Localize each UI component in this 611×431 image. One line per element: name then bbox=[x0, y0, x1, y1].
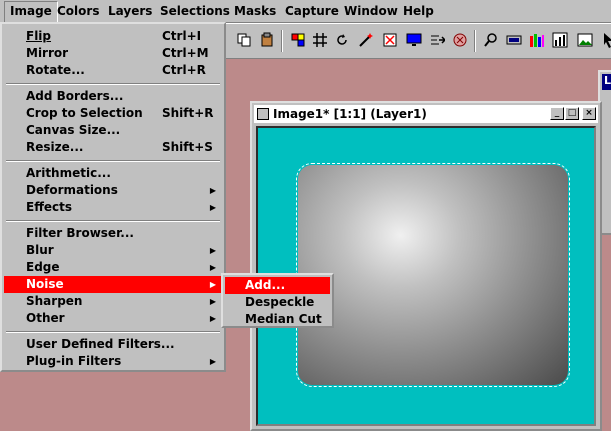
menu-item-blur[interactable]: Blur ▶ bbox=[4, 242, 222, 259]
menu-item-plug-in-filters[interactable]: Plug-in Filters ▶ bbox=[4, 353, 222, 370]
menu-item-effects[interactable]: Effects ▶ bbox=[4, 199, 222, 216]
menu-item-mirror[interactable]: Mirror Ctrl+M bbox=[4, 45, 222, 62]
menu-image[interactable]: Image bbox=[4, 1, 58, 23]
submenu-arrow-icon: ▶ bbox=[209, 297, 216, 306]
picture-icon[interactable] bbox=[575, 30, 595, 50]
rotate-icon[interactable] bbox=[332, 30, 352, 50]
layers-icon[interactable] bbox=[504, 30, 524, 50]
menu-item-noise[interactable]: Noise ▶ bbox=[4, 276, 222, 293]
menu-window[interactable]: Window bbox=[339, 1, 403, 21]
image-window-titlebar[interactable]: Image1* [1:1] (Layer1) _ □ × bbox=[254, 105, 598, 123]
magic-wand-icon[interactable] bbox=[356, 30, 376, 50]
menu-separator bbox=[6, 83, 220, 85]
monitor-icon[interactable] bbox=[404, 30, 424, 50]
grid-icon[interactable] bbox=[310, 30, 330, 50]
chart-icon[interactable] bbox=[550, 30, 570, 50]
submenu-arrow-icon: ▶ bbox=[209, 203, 216, 212]
gradient-selection[interactable] bbox=[296, 163, 570, 387]
maximize-button[interactable]: □ bbox=[565, 107, 579, 120]
menu-item-deformations[interactable]: Deformations ▶ bbox=[4, 182, 222, 199]
toolbar-separator bbox=[281, 30, 283, 52]
menu-item-sharpen[interactable]: Sharpen ▶ bbox=[4, 293, 222, 310]
menu-item-canvas-size[interactable]: Canvas Size... bbox=[4, 122, 222, 139]
pointer-icon[interactable] bbox=[598, 30, 611, 50]
menu-item-rotate[interactable]: Rotate... Ctrl+R bbox=[4, 62, 222, 79]
zoom-icon[interactable] bbox=[481, 30, 501, 50]
paste-icon[interactable] bbox=[257, 30, 277, 50]
close-button[interactable]: × bbox=[582, 107, 596, 120]
submenu-arrow-icon: ▶ bbox=[209, 314, 216, 323]
submenu-item-median-cut[interactable]: Median Cut bbox=[225, 311, 330, 328]
image-window[interactable]: Image1* [1:1] (Layer1) _ □ × bbox=[250, 101, 602, 431]
noise-submenu: Add... Despeckle Median Cut bbox=[221, 273, 334, 328]
menu-item-arithmetic[interactable]: Arithmetic... bbox=[4, 165, 222, 182]
menu-item-filter-browser[interactable]: Filter Browser... bbox=[4, 225, 222, 242]
menu-item-user-defined-filters[interactable]: User Defined Filters... bbox=[4, 336, 222, 353]
minimize-button[interactable]: _ bbox=[550, 107, 564, 120]
arrow-export-icon[interactable] bbox=[427, 30, 447, 50]
menu-capture[interactable]: Capture bbox=[280, 1, 344, 21]
submenu-arrow-icon: ▶ bbox=[209, 280, 216, 289]
menu-separator bbox=[6, 331, 220, 333]
submenu-arrow-icon: ▶ bbox=[209, 186, 216, 195]
submenu-arrow-icon: ▶ bbox=[209, 246, 216, 255]
submenu-arrow-icon: ▶ bbox=[209, 263, 216, 272]
submenu-item-despeckle[interactable]: Despeckle bbox=[225, 294, 330, 311]
palette-icon[interactable] bbox=[288, 30, 308, 50]
histogram-icon[interactable] bbox=[527, 30, 547, 50]
menu-item-edge[interactable]: Edge ▶ bbox=[4, 259, 222, 276]
submenu-arrow-icon: ▶ bbox=[209, 357, 216, 366]
toolbar-separator bbox=[474, 30, 476, 52]
menu-item-resize[interactable]: Resize... Shift+S bbox=[4, 139, 222, 156]
menu-item-other[interactable]: Other ▶ bbox=[4, 310, 222, 327]
submenu-item-add[interactable]: Add... bbox=[225, 277, 330, 294]
menu-item-add-borders[interactable]: Add Borders... bbox=[4, 88, 222, 105]
dropper-icon[interactable] bbox=[380, 30, 400, 50]
copy-icon[interactable] bbox=[234, 30, 254, 50]
menu-selections[interactable]: Selections bbox=[155, 1, 235, 21]
menu-help[interactable]: Help bbox=[398, 1, 439, 21]
image-menu: Flip Ctrl+I Mirror Ctrl+M Rotate... Ctrl+R … bbox=[0, 22, 226, 372]
image-doc-icon bbox=[257, 108, 269, 120]
menu-bar: Image Colors Layers Selections Masks Cap… bbox=[0, 0, 611, 23]
menu-separator bbox=[6, 220, 220, 222]
menu-item-crop-to-selection[interactable]: Crop to Selection Shift+R bbox=[4, 105, 222, 122]
image-window-title: Image1* [1:1] (Layer1) bbox=[273, 107, 427, 121]
menu-colors[interactable]: Colors bbox=[52, 1, 104, 21]
menu-item-flip[interactable]: Flip Ctrl+I bbox=[4, 28, 222, 45]
menu-layers[interactable]: Layers bbox=[103, 1, 157, 21]
menu-separator bbox=[6, 160, 220, 162]
circle-icon[interactable] bbox=[450, 30, 470, 50]
second-window-title[interactable]: L bbox=[602, 74, 611, 90]
menu-masks[interactable]: Masks bbox=[229, 1, 281, 21]
